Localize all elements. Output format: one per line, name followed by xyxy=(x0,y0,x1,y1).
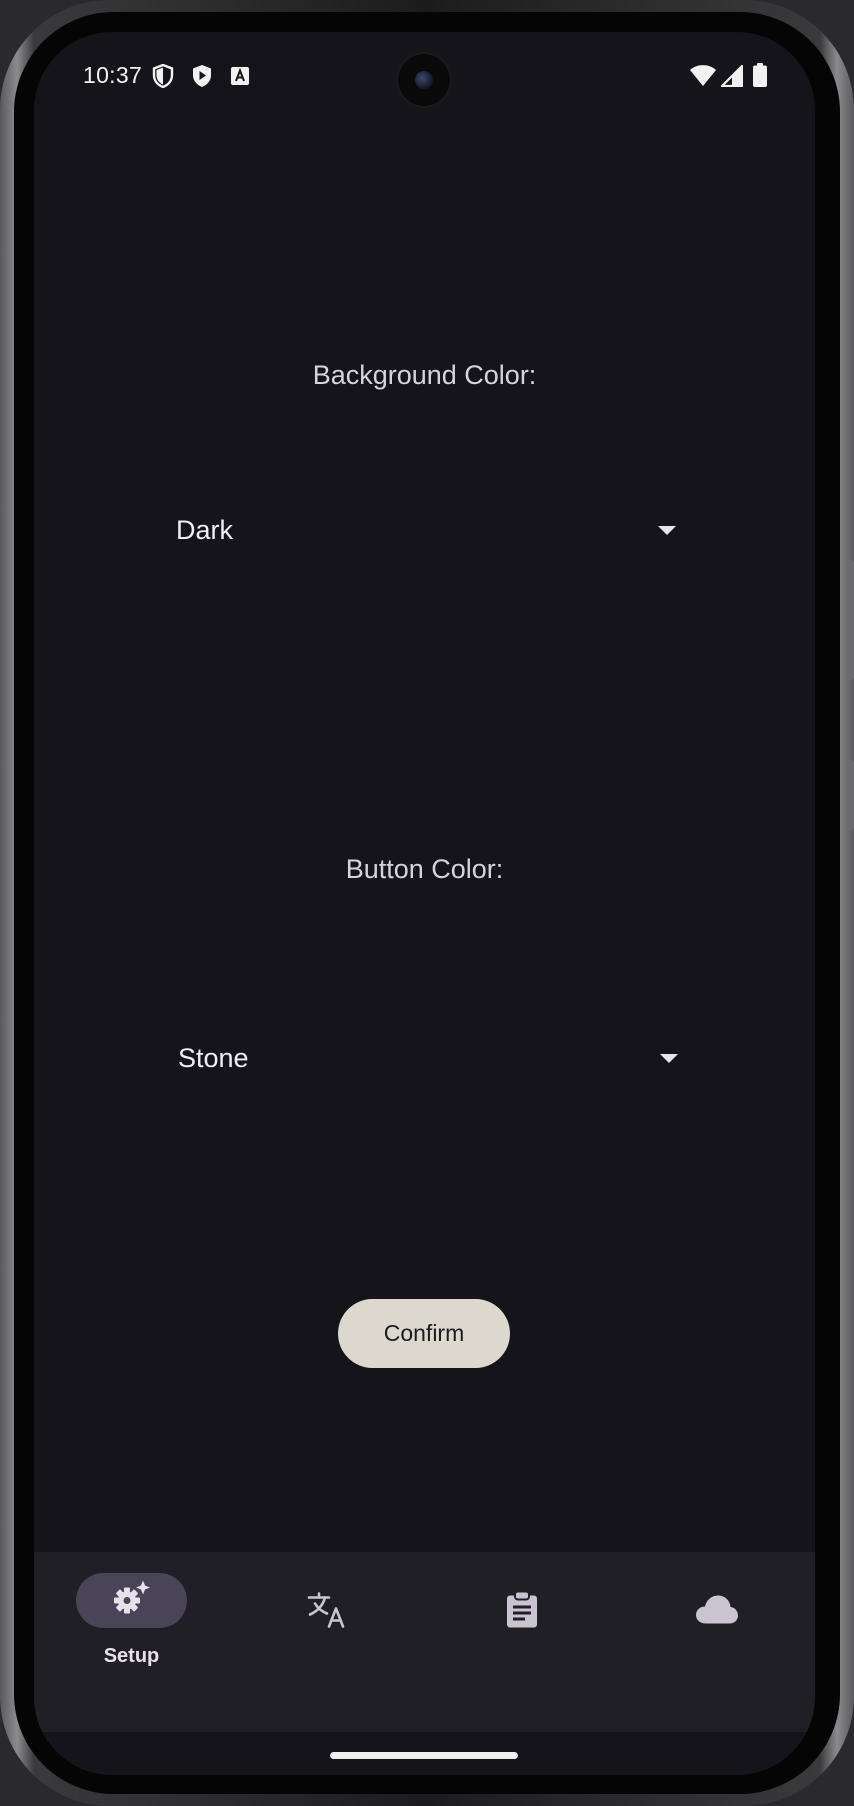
volume-button xyxy=(848,560,854,680)
settings-sparkle-icon xyxy=(112,1580,152,1621)
nav-item-translate[interactable] xyxy=(229,1552,424,1732)
battery-icon xyxy=(753,63,767,92)
power-button xyxy=(848,760,854,830)
device-frame: 10:37 Background Color: Dark Button Colo… xyxy=(0,0,854,1806)
nav-item-clipboard[interactable] xyxy=(424,1552,619,1732)
background-color-label: Background Color: xyxy=(312,360,537,390)
translate-icon xyxy=(307,1591,347,1634)
status-time: 10:37 xyxy=(83,62,143,88)
play-shield-icon xyxy=(191,64,213,93)
screen: 10:37 Background Color: Dark Button Colo… xyxy=(34,32,815,1775)
background-color-value: Dark xyxy=(176,514,234,545)
button-color-label: Button Color: xyxy=(345,854,504,884)
dropdown-arrow-icon xyxy=(658,525,676,535)
wifi-icon xyxy=(689,65,717,92)
front-camera xyxy=(398,54,450,106)
status-bar: 10:37 xyxy=(34,32,815,122)
cellular-signal-icon xyxy=(720,64,744,92)
nav-label-setup: Setup xyxy=(103,1645,160,1667)
cloud-icon xyxy=(695,1595,739,1630)
shield-icon xyxy=(152,63,174,93)
home-indicator[interactable] xyxy=(330,1752,518,1759)
nav-item-cloud[interactable] xyxy=(619,1552,814,1732)
dropdown-arrow-icon xyxy=(660,1053,678,1063)
confirm-button[interactable]: Confirm xyxy=(338,1299,510,1368)
clipboard-icon xyxy=(506,1590,538,1634)
button-color-value: Stone xyxy=(178,1042,249,1073)
button-color-dropdown[interactable]: Stone xyxy=(178,1028,678,1088)
bottom-navigation: Setup xyxy=(34,1552,815,1732)
nav-item-setup[interactable]: Setup xyxy=(34,1552,229,1732)
background-color-dropdown[interactable]: Dark xyxy=(176,500,676,560)
font-a-icon xyxy=(230,66,250,91)
